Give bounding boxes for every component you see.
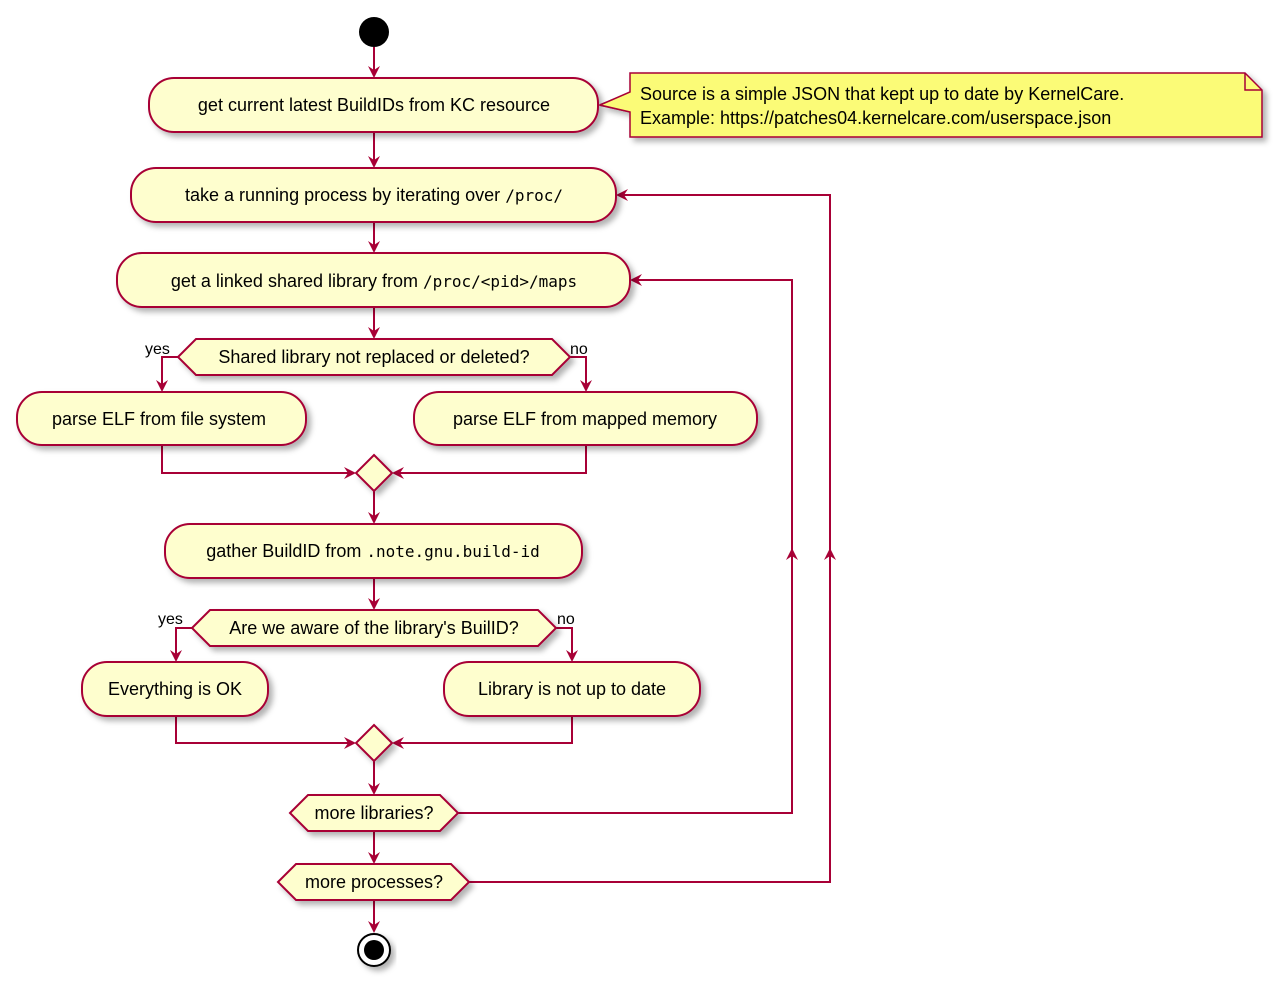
svg-text:Library is not up to date: Library is not up to date	[478, 679, 666, 699]
activity-diagram: get current latest BuildIDs from KC reso…	[16, 17, 1263, 967]
svg-text:more processes?: more processes?	[305, 872, 443, 892]
svg-text:Source is a simple JSON that k: Source is a simple JSON that kept up to …	[640, 84, 1124, 104]
svg-text:Shared library not replaced or: Shared library not replaced or deleted?	[218, 347, 529, 367]
action-take-process: take a running process by iterating over…	[130, 167, 617, 223]
action-not-up-to-date: Library is not up to date	[443, 661, 701, 717]
action-get-library: get a linked shared library from /proc/<…	[116, 252, 631, 308]
merge-node-2	[354, 723, 394, 763]
decision-replaced: Shared library not replaced or deleted? …	[145, 338, 588, 376]
svg-text:more libraries?: more libraries?	[314, 803, 433, 823]
svg-text:yes: yes	[158, 611, 183, 628]
action-ok: Everything is OK	[81, 661, 269, 717]
action-gather-buildid: gather BuildID from .note.gnu.build-id	[164, 523, 583, 579]
decision-aware: Are we aware of the library's BuilID? ye…	[158, 609, 575, 647]
svg-text:get current latest BuildIDs fr: get current latest BuildIDs from KC reso…	[198, 95, 550, 115]
merge-node-1	[354, 453, 394, 493]
svg-text:yes: yes	[145, 341, 170, 358]
svg-text:Example: https://patches04.ker: Example: https://patches04.kernelcare.co…	[640, 108, 1111, 128]
svg-text:Are we aware of the library's: Are we aware of the library's BuilID?	[229, 618, 519, 638]
svg-text:Everything is OK: Everything is OK	[108, 679, 242, 699]
action-parse-fs: parse ELF from file system	[16, 391, 307, 446]
svg-text:no: no	[557, 611, 575, 628]
svg-text:parse ELF from mapped memory: parse ELF from mapped memory	[453, 409, 717, 429]
decision-more-processes: more processes?	[276, 863, 471, 901]
action-get-buildids: get current latest BuildIDs from KC reso…	[148, 77, 599, 133]
note: Source is a simple JSON that kept up to …	[597, 72, 1263, 138]
end-node	[357, 933, 391, 967]
svg-text:gather BuildID from .note.gnu.: gather BuildID from .note.gnu.build-id	[206, 541, 539, 561]
svg-text:parse ELF from file system: parse ELF from file system	[52, 409, 266, 429]
svg-text:get a linked shared library fr: get a linked shared library from /proc/<…	[171, 271, 577, 291]
svg-text:no: no	[570, 341, 588, 358]
decision-more-libraries: more libraries?	[288, 794, 460, 832]
action-parse-mem: parse ELF from mapped memory	[413, 391, 758, 446]
svg-text:take a running process by iter: take a running process by iterating over…	[185, 185, 563, 205]
start-node	[359, 17, 389, 47]
